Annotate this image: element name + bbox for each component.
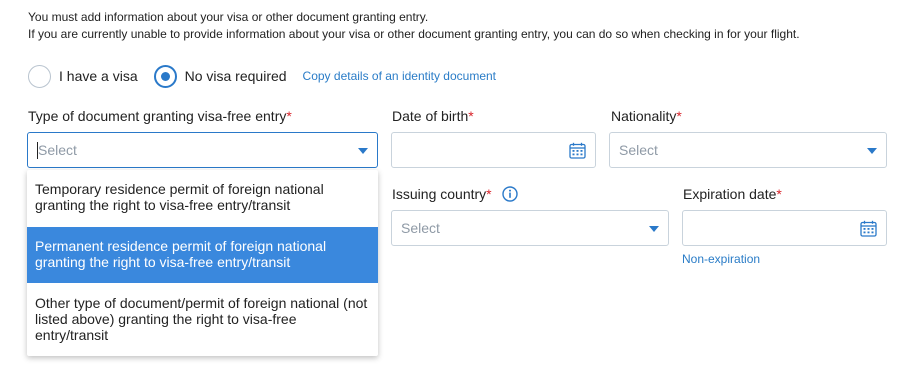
nationality-label: Nationality* bbox=[611, 108, 682, 124]
doc-type-label: Type of document granting visa-free entr… bbox=[28, 108, 292, 124]
radio-circle-unchecked[interactable] bbox=[28, 64, 51, 88]
option-line: Permanent residence permit of foreign na… bbox=[35, 238, 327, 254]
option-line: granting the right to visa-free entry/tr… bbox=[35, 254, 291, 270]
calendar-icon[interactable] bbox=[860, 220, 877, 237]
issuing-country-select[interactable]: Select bbox=[391, 210, 669, 246]
dropdown-option-temporary-residence[interactable]: Temporary residence permit of foreign na… bbox=[27, 170, 378, 226]
nationality-select[interactable]: Select bbox=[609, 132, 887, 168]
doc-type-label-text: Type of document granting visa-free entr… bbox=[28, 108, 287, 124]
option-line: listed above) granting the right to visa… bbox=[35, 311, 297, 327]
required-mark: * bbox=[286, 108, 292, 124]
option-line: entry/transit bbox=[35, 327, 109, 343]
doc-type-placeholder: Select bbox=[38, 142, 77, 158]
dob-label: Date of birth* bbox=[392, 108, 474, 124]
dob-input[interactable] bbox=[391, 132, 596, 168]
chevron-down-icon[interactable] bbox=[358, 148, 368, 154]
issuing-country-label: Issuing country* bbox=[392, 186, 518, 202]
chevron-down-icon[interactable] bbox=[867, 148, 877, 154]
info-icon[interactable] bbox=[501, 186, 518, 202]
expiration-label: Expiration date* bbox=[683, 186, 782, 202]
dob-label-text: Date of birth bbox=[392, 108, 469, 124]
option-line: Temporary residence permit of foreign na… bbox=[35, 181, 324, 197]
required-mark: * bbox=[486, 186, 492, 202]
chevron-down-icon[interactable] bbox=[649, 226, 659, 232]
nationality-placeholder: Select bbox=[619, 142, 658, 158]
notice-line-2: If you are currently unable to provide i… bbox=[28, 27, 800, 41]
dropdown-option-permanent-residence[interactable]: Permanent residence permit of foreign na… bbox=[27, 227, 378, 283]
notice-line-1: You must add information about your visa… bbox=[28, 10, 429, 24]
doc-type-select[interactable]: Select bbox=[27, 132, 378, 168]
required-mark: * bbox=[468, 108, 474, 124]
visa-radio-group: I have a visa No visa required Copy deta… bbox=[28, 64, 496, 88]
radio-have-visa[interactable]: I have a visa bbox=[28, 64, 138, 88]
calendar-icon[interactable] bbox=[569, 142, 586, 159]
radio-circle-checked[interactable] bbox=[153, 64, 177, 88]
doc-type-dropdown-menu: Temporary residence permit of foreign na… bbox=[27, 170, 378, 356]
radio-no-visa[interactable]: No visa required bbox=[153, 64, 287, 88]
non-expiration-link[interactable]: Non-expiration bbox=[682, 252, 760, 266]
option-line: Other type of document/permit of foreign… bbox=[35, 295, 368, 311]
visa-notice: You must add information about your visa… bbox=[28, 9, 800, 43]
radio-have-visa-label[interactable]: I have a visa bbox=[59, 68, 138, 84]
option-line: granting the right to visa-free entry/tr… bbox=[35, 197, 291, 213]
issuing-country-placeholder: Select bbox=[401, 220, 440, 236]
issuing-country-label-text: Issuing country bbox=[392, 186, 487, 202]
nationality-label-text: Nationality bbox=[611, 108, 677, 124]
expiration-label-text: Expiration date bbox=[683, 186, 777, 202]
expiration-date-input[interactable] bbox=[682, 210, 887, 246]
required-mark: * bbox=[776, 186, 782, 202]
radio-no-visa-label[interactable]: No visa required bbox=[185, 68, 287, 84]
copy-identity-document-link[interactable]: Copy details of an identity document bbox=[303, 69, 496, 83]
dropdown-option-other-document[interactable]: Other type of document/permit of foreign… bbox=[27, 283, 378, 356]
required-mark: * bbox=[676, 108, 682, 124]
